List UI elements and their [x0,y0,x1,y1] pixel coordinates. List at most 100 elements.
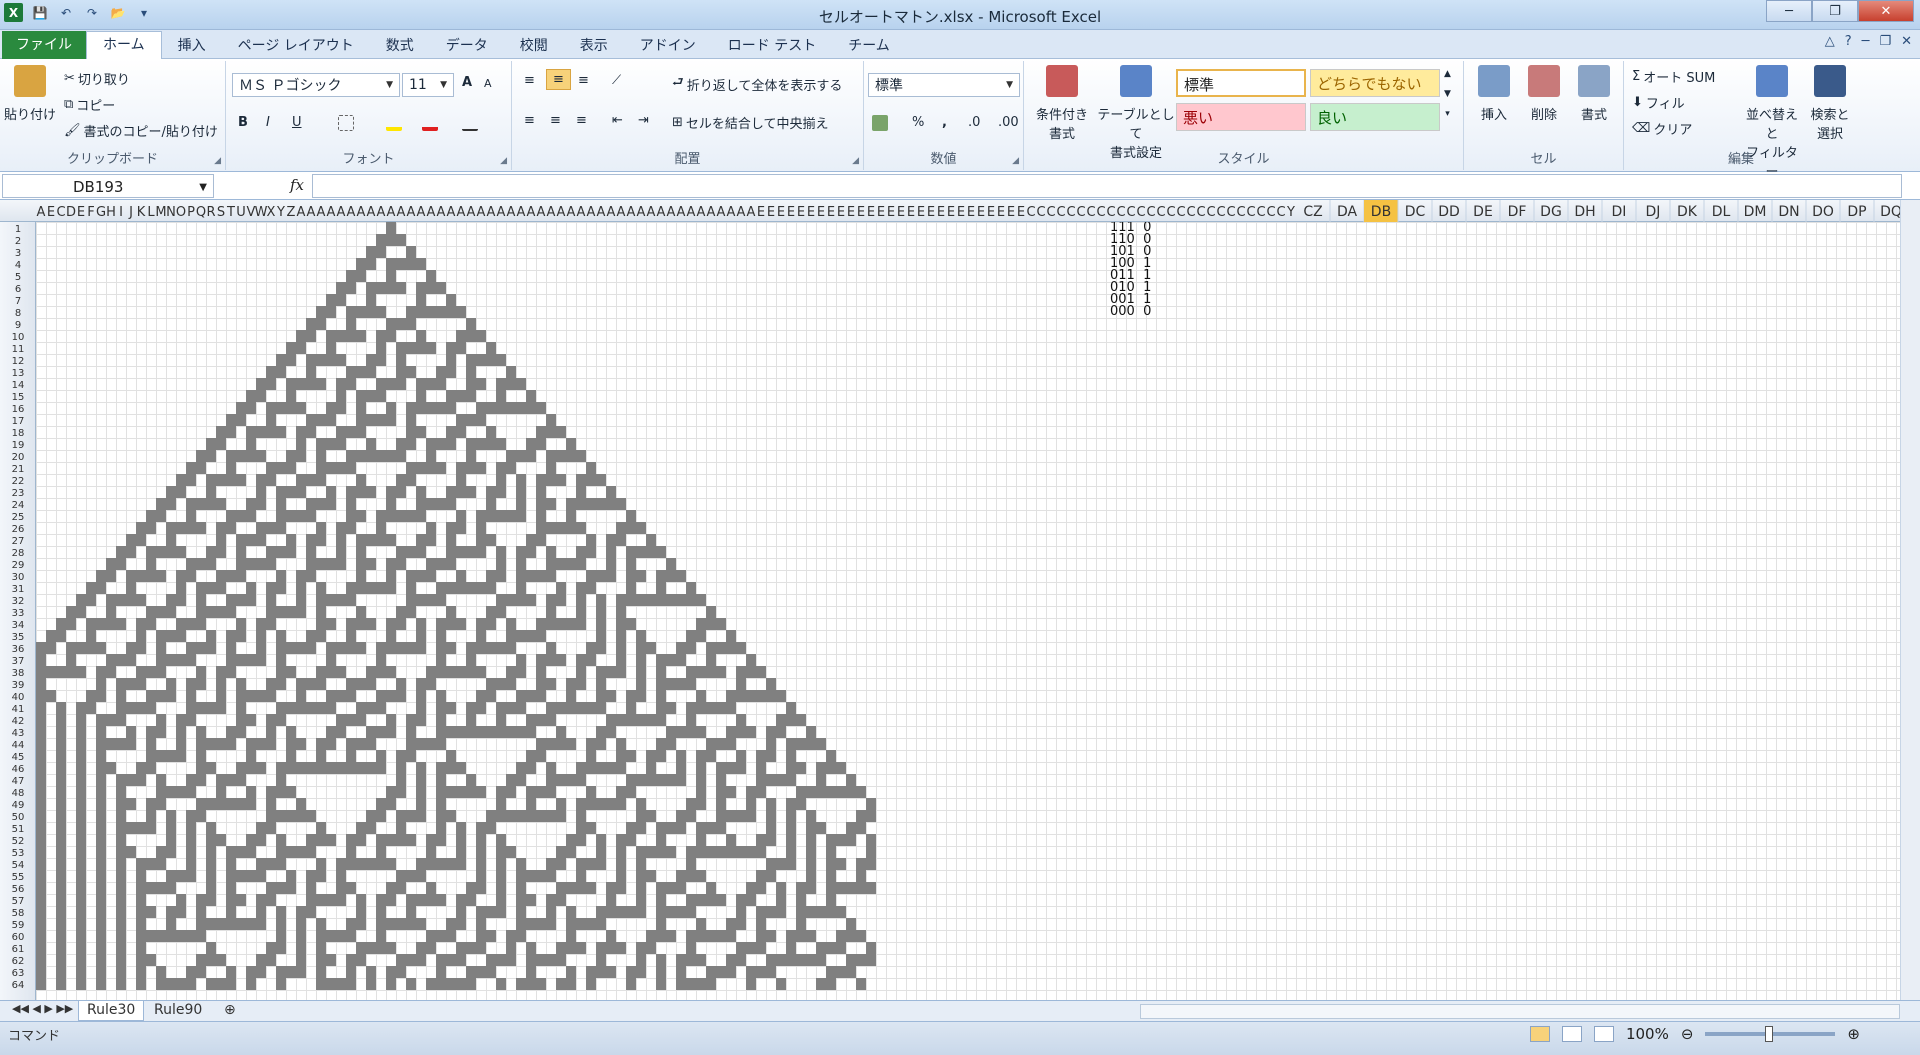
column-header-letter[interactable]: C [1196,205,1205,220]
vertical-scrollbar[interactable] [1900,200,1920,1000]
copy-button[interactable]: ⧉ コピー [64,95,115,114]
column-header-dg[interactable]: DG [1540,204,1562,220]
zoom-in-icon[interactable]: ⊕ [1847,1025,1860,1043]
column-header-letter[interactable]: E [837,205,845,220]
column-header-letter[interactable]: R [206,205,215,220]
row-header[interactable]: 58 [12,908,25,919]
column-header-letter[interactable]: A [637,205,646,220]
column-header-letter[interactable]: C [1266,205,1275,220]
column-header-letter[interactable]: A [377,205,386,220]
column-header-letter[interactable]: A [727,205,736,220]
minimize-ribbon-icon[interactable]: △ [1825,34,1835,49]
merge-center-button[interactable]: ⊞ セルを結合して中央揃え [672,113,829,132]
tab-file[interactable]: ファイル [2,31,86,59]
zoom-slider[interactable] [1705,1026,1836,1042]
column-header-letter[interactable]: A [467,205,476,220]
row-header[interactable]: 26 [12,524,25,535]
increase-decimal-button[interactable]: .0 [968,115,980,130]
insert-cells-button[interactable]: 挿入 [1472,65,1516,123]
column-header-letter[interactable]: C [1036,205,1045,220]
column-header-letter[interactable]: A [477,205,486,220]
row-header[interactable]: 15 [12,392,25,403]
cut-button[interactable]: ✂ 切り取り [64,69,130,88]
row-header[interactable]: 50 [12,812,25,823]
row-header[interactable]: 13 [12,368,25,379]
style-bad[interactable]: 悪い [1176,103,1306,131]
comma-button[interactable]: , [942,115,947,130]
row-header[interactable]: 49 [12,800,25,811]
align-right-button[interactable]: ≡ [576,113,587,128]
column-header-letter[interactable]: C [1106,205,1115,220]
row-header[interactable]: 29 [12,560,25,571]
row-header[interactable]: 10 [12,332,25,343]
column-header-dq[interactable]: DQ [1880,204,1900,220]
column-header-letter[interactable]: C [1066,205,1075,220]
column-header-letter[interactable]: A [317,205,326,220]
column-header-letter[interactable]: C [1096,205,1105,220]
row-header[interactable]: 7 [15,296,21,307]
row-header[interactable]: 40 [12,692,25,703]
column-header-de[interactable]: DE [1473,204,1493,220]
border-button[interactable] [338,115,354,131]
column-header-letter[interactable]: A [667,205,676,220]
zoom-level[interactable]: 100% [1626,1025,1669,1043]
column-header-letter[interactable]: C [1276,205,1285,220]
column-header-letter[interactable]: A [567,205,576,220]
column-header-da[interactable]: DA [1337,204,1358,220]
row-header[interactable]: 59 [12,920,25,931]
sheet-tab-rule90[interactable]: Rule90 [146,1001,210,1021]
row-header[interactable]: 31 [12,584,25,595]
column-header-letter[interactable]: Z [287,205,296,220]
column-header-letter[interactable]: C [1246,205,1255,220]
column-header-letter[interactable]: C [1146,205,1155,220]
dialog-launcher-icon[interactable]: ◢ [500,156,507,166]
column-header-letter[interactable]: E [997,205,1005,220]
column-header-letter[interactable]: A [577,205,586,220]
column-header-letter[interactable]: H [106,205,116,220]
column-header-letter[interactable]: A [327,205,336,220]
tab-load-test[interactable]: ロード テスト [712,34,832,59]
column-header-letter[interactable]: A [447,205,456,220]
row-header[interactable]: 2 [15,236,21,247]
column-header-letter[interactable]: C [56,205,65,220]
row-header[interactable]: 21 [12,464,25,475]
column-header-letter[interactable]: E [777,205,785,220]
column-header-letter[interactable]: A [347,205,356,220]
column-header-dh[interactable]: DH [1574,204,1595,220]
row-header[interactable]: 53 [12,848,25,859]
delete-cells-button[interactable]: 削除 [1522,65,1566,123]
column-header-letter[interactable]: A [617,205,626,220]
row-header[interactable]: 44 [12,740,25,751]
tab-data[interactable]: データ [430,34,504,59]
column-header-letter[interactable]: C [1116,205,1125,220]
column-header-letter[interactable]: E [47,205,55,220]
dialog-launcher-icon[interactable]: ◢ [852,156,859,166]
row-header[interactable]: 32 [12,596,25,607]
column-header-letter[interactable]: E [927,205,935,220]
column-header-letter[interactable]: A [457,205,466,220]
format-painter-button[interactable]: 🖌 書式のコピー/貼り付け [64,121,218,140]
row-header[interactable]: 3 [15,248,21,259]
row-header[interactable]: 20 [12,452,25,463]
column-header-letter[interactable]: C [1046,205,1055,220]
row-header[interactable]: 25 [12,512,25,523]
column-header-letter[interactable]: A [37,205,46,220]
row-header[interactable]: 35 [12,632,25,643]
column-header-letter[interactable]: A [357,205,366,220]
column-header-di[interactable]: DI [1612,204,1627,220]
column-header-letter[interactable]: E [757,205,765,220]
row-header[interactable]: 9 [15,320,21,331]
column-header-letter[interactable]: P [187,205,195,220]
column-header-letter[interactable]: E [827,205,835,220]
doc-restore-icon[interactable]: ❐ [1879,34,1891,49]
row-header[interactable]: 36 [12,644,25,655]
row-header[interactable]: 57 [12,896,25,907]
column-header-letter[interactable]: A [507,205,516,220]
increase-indent-button[interactable]: ⇥ [638,113,649,128]
row-header[interactable]: 6 [15,284,21,295]
column-header-letter[interactable]: E [77,205,85,220]
row-header[interactable]: 46 [12,764,25,775]
doc-close-icon[interactable]: ✕ [1901,34,1912,49]
formula-input[interactable] [312,174,1902,198]
row-header[interactable]: 1 [15,224,21,235]
